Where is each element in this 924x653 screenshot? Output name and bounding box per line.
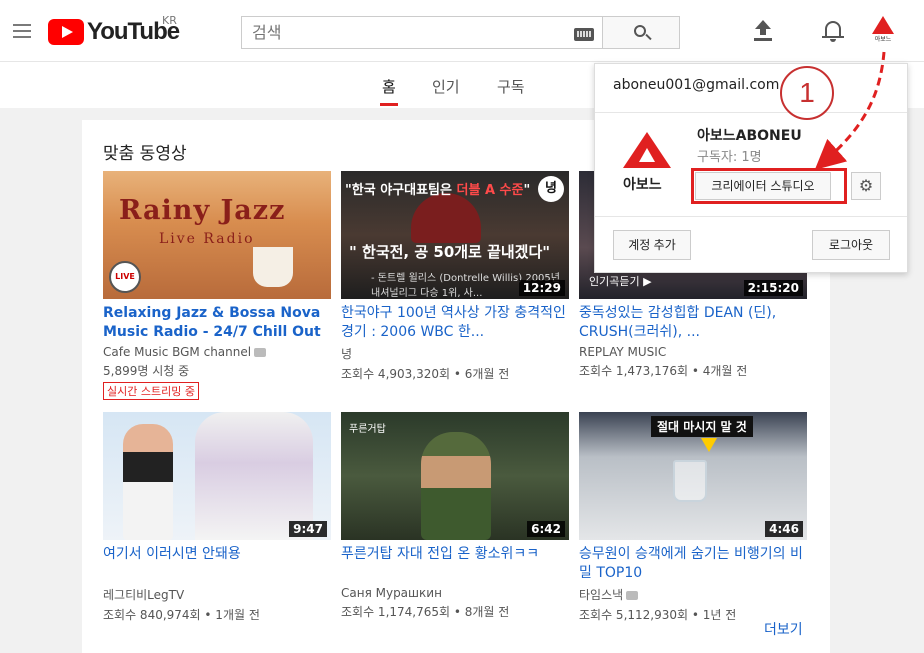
- video-card[interactable]: Rainy Jazz Live Radio LIVE Relaxing Jazz…: [103, 171, 331, 400]
- search-input[interactable]: [242, 17, 542, 47]
- channel-name-text: 타임스낵: [579, 588, 624, 602]
- coffee-cup-image: [253, 247, 293, 287]
- search-icon-handle: [645, 33, 652, 41]
- keyboard-icon[interactable]: [574, 28, 594, 41]
- video-thumbnail[interactable]: 푸른거탑 6:42: [341, 412, 569, 540]
- search-button[interactable]: [602, 16, 680, 49]
- video-meta: 5,899명 시청 중: [103, 364, 190, 378]
- video-thumbnail[interactable]: 절대 마시지 말 것 4:46: [579, 412, 807, 540]
- verified-icon: [626, 591, 639, 600]
- duration-badge: 4:46: [765, 521, 803, 537]
- step-number-badge: 1: [780, 66, 834, 120]
- channel-name[interactable]: REPLAY MUSIC: [579, 345, 807, 359]
- play-logo-icon: [48, 19, 84, 45]
- channel-name[interactable]: 타임스낵: [579, 586, 807, 603]
- live-logo: LIVE: [109, 261, 141, 293]
- highlight-box: [691, 168, 847, 204]
- channel-name[interactable]: Саня Мурашкин: [341, 586, 569, 600]
- soldier-image: [421, 432, 491, 540]
- thumb-text: 인기곡듣기 ▶: [589, 275, 652, 288]
- divider: [595, 112, 907, 113]
- add-account-button[interactable]: 계정 추가: [613, 230, 691, 260]
- account-menu: aboneu001@gmail.com 아보느 아보느ABONEU 구독자: 1…: [594, 63, 908, 273]
- gear-icon[interactable]: ⚙: [851, 172, 881, 200]
- channel-name: 아보느ABONEU: [697, 128, 802, 144]
- upload-arrow: [755, 20, 771, 29]
- duration-badge: 6:42: [527, 521, 565, 537]
- duration-badge: 12:29: [518, 280, 565, 296]
- video-title[interactable]: 푸른거탑 자대 전입 온 황소위ㅋㅋ: [341, 545, 569, 583]
- channel-logo-icon: [623, 132, 671, 168]
- youtube-logo[interactable]: YouTube KR: [48, 14, 180, 46]
- bell-body: [825, 21, 841, 37]
- region-label: KR: [162, 14, 177, 27]
- channel-name[interactable]: Cafe Music BGM channel: [103, 345, 331, 359]
- duration-badge: 2:15:20: [743, 280, 803, 296]
- channel-watermark: 녕: [538, 176, 564, 202]
- logout-button[interactable]: 로그아웃: [812, 230, 890, 260]
- person-image: [123, 424, 173, 540]
- avatar-text: 아보느: [874, 36, 892, 43]
- thumb-text: " 한국전, 공 50개로 끝내겠다": [349, 243, 551, 261]
- channel-name[interactable]: 레그티비LegTV: [103, 586, 331, 603]
- thumb-head-2: 더블 A 수준: [456, 183, 524, 198]
- channel-name-text: Cafe Music BGM channel: [103, 345, 252, 359]
- subscriber-count: 구독자: 1명: [697, 150, 762, 165]
- thumb-head-1: "한국 야구대표팀은: [345, 183, 457, 198]
- thumb-text: 절대 마시지 말 것: [651, 416, 753, 437]
- arrow-down-icon: [701, 438, 717, 452]
- video-card[interactable]: 9:47 여기서 이러시면 안돼용 레그티비LegTV 조회수 840,974회…: [103, 412, 331, 623]
- upload-icon[interactable]: [752, 20, 774, 42]
- video-title[interactable]: 한국야구 100년 역사상 가장 충격적인 경기 : 2006 WBC 한...: [341, 304, 569, 342]
- show-more-link[interactable]: 더보기: [764, 619, 803, 639]
- verified-icon: [254, 348, 267, 357]
- bell-clapper: [830, 39, 836, 42]
- video-meta: 조회수 1,473,176회 • 4개월 전: [579, 364, 748, 378]
- video-title[interactable]: 중독성있는 감성힙합 DEAN (딘), CRUSH(크러쉬), ...: [579, 304, 807, 342]
- video-meta: 조회수 4,903,320회 • 6개월 전: [341, 367, 510, 381]
- notifications-bell-icon[interactable]: [822, 19, 844, 43]
- live-badge: 실시간 스트리밍 중: [103, 382, 199, 400]
- video-card[interactable]: 푸른거탑 6:42 푸른거탑 자대 전입 온 황소위ㅋㅋ Саня Мурашк…: [341, 412, 569, 620]
- avatar-logo-icon: [872, 16, 894, 34]
- channel-name[interactable]: 녕: [341, 345, 569, 362]
- video-thumbnail[interactable]: Rainy Jazz Live Radio LIVE: [103, 171, 331, 299]
- video-title[interactable]: 승무원이 승객에게 숨기는 비행기의 비밀 TOP10: [579, 545, 807, 583]
- video-title[interactable]: Relaxing Jazz & Bossa Nova Music Radio -…: [103, 304, 331, 342]
- section-title: 맞춤 동영상: [103, 144, 187, 164]
- duration-badge: 9:47: [289, 521, 327, 537]
- video-thumbnail[interactable]: "한국 야구대표팀은 더블 A 수준" " 한국전, 공 50개로 끝내겠다" …: [341, 171, 569, 299]
- video-meta: 조회수 840,974회 • 1개월 전: [103, 608, 260, 622]
- thumb-text: 푸른거탑: [349, 424, 386, 435]
- video-card[interactable]: "한국 야구대표팀은 더블 A 수준" " 한국전, 공 50개로 끝내겠다" …: [341, 171, 569, 382]
- thumb-head-3: ": [523, 183, 531, 198]
- water-glass-image: [673, 460, 707, 502]
- tab-trending[interactable]: 인기: [432, 76, 460, 97]
- upload-stem: [760, 29, 766, 35]
- top-bar: YouTube KR 아보느: [0, 0, 924, 62]
- channel-logo-text: 아보느: [623, 177, 662, 193]
- video-meta: 조회수 1,174,765회 • 8개월 전: [341, 605, 510, 619]
- search-icon: [634, 25, 646, 37]
- bell-rim: [822, 36, 844, 38]
- video-thumbnail[interactable]: 9:47: [103, 412, 331, 540]
- tab-subscriptions[interactable]: 구독: [497, 76, 525, 97]
- divider: [595, 216, 907, 217]
- upload-base: [754, 38, 772, 41]
- menu-icon[interactable]: [13, 24, 31, 38]
- tab-home[interactable]: 홈: [382, 76, 396, 97]
- video-card[interactable]: 절대 마시지 말 것 4:46 승무원이 승객에게 숨기는 비행기의 비밀 TO…: [579, 412, 807, 623]
- thumb-text: Live Radio: [159, 231, 255, 247]
- channel-logo[interactable]: 아보느: [615, 130, 679, 194]
- account-email: aboneu001@gmail.com: [613, 77, 780, 93]
- player-image: [411, 193, 481, 243]
- thumb-text: "한국 야구대표팀은 더블 A 수준": [345, 179, 530, 198]
- thumb-text: Rainy Jazz: [119, 195, 286, 226]
- active-tab-indicator: [380, 103, 398, 106]
- video-title[interactable]: 여기서 이러시면 안돼용: [103, 545, 331, 583]
- search-box: [241, 16, 603, 49]
- account-avatar[interactable]: 아보느: [871, 16, 895, 44]
